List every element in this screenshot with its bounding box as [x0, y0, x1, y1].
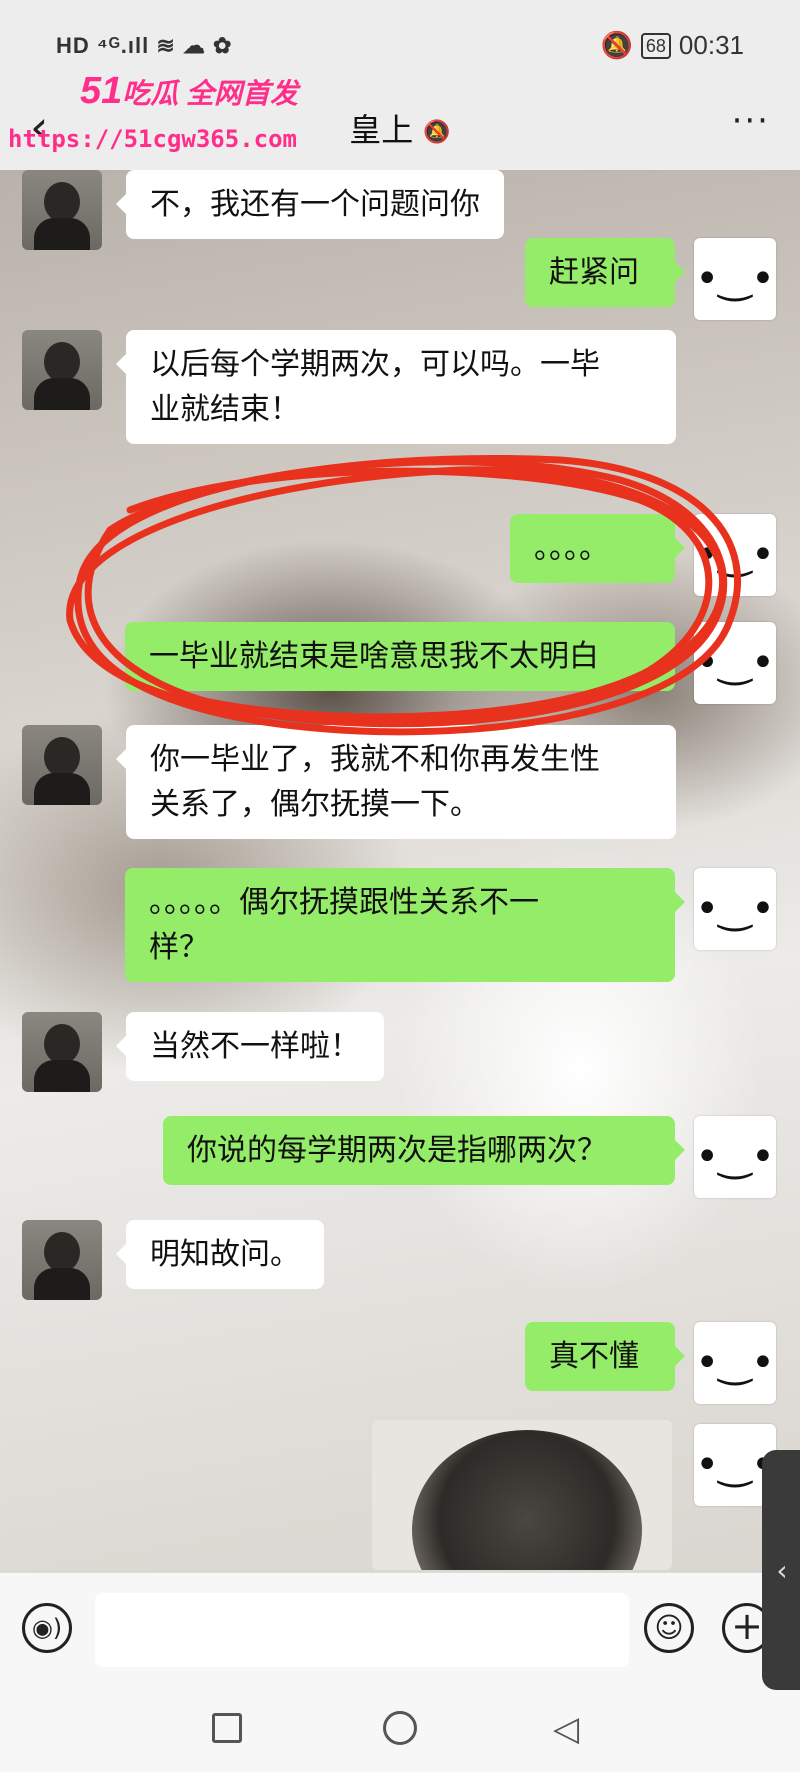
smiley-face-icon: •‿• [695, 256, 775, 302]
message-bubble-outgoing[interactable]: 。。。。。偶尔抚摸跟性关系不一 样？ [125, 868, 685, 982]
dog-photo [412, 1430, 642, 1570]
smiley-face-icon: •‿• [695, 640, 775, 686]
my-avatar[interactable]: •‿• [694, 868, 776, 950]
emoji-button[interactable]: ☺ [644, 1603, 694, 1653]
message-bubble-outgoing[interactable]: 。。。。 [510, 514, 685, 583]
input-bar: ◉) ☺ + [0, 1572, 800, 1688]
clock: 00:31 [678, 30, 744, 60]
image-message[interactable] [372, 1420, 672, 1570]
message-bubble-outgoing[interactable]: 一毕业就结束是啥意思我不太明白 [125, 622, 685, 691]
side-floating-tab[interactable]: ‹ [762, 1450, 800, 1690]
message-bubble-outgoing[interactable]: 真不懂 [525, 1322, 685, 1391]
message-bubble-incoming[interactable]: 明知故问。 [116, 1220, 324, 1289]
smiley-face-icon: •‿• [695, 532, 775, 578]
watermark: 51吃瓜 全网首发 https://51cgw365.com [0, 70, 300, 160]
message-bubble-incoming[interactable]: 不，我还有一个问题问你 [116, 170, 504, 239]
mute-status-icon: 🔕 [600, 30, 633, 60]
my-avatar[interactable]: •‿• [694, 622, 776, 704]
contact-avatar[interactable] [22, 725, 102, 805]
message-input[interactable] [95, 1593, 629, 1667]
my-avatar[interactable]: •‿• [694, 514, 776, 596]
home-button[interactable] [383, 1711, 417, 1745]
message-bubble-incoming[interactable]: 当然不一样啦！ [116, 1012, 384, 1081]
message-bubble-outgoing[interactable]: 赶紧问 [525, 238, 685, 307]
message-bubble-incoming[interactable]: 你一毕业了，我就不和你再发生性 关系了，偶尔抚摸一下。 [116, 725, 676, 839]
contact-avatar[interactable] [22, 1220, 102, 1300]
status-right: 🔕 68 00:31 [601, 30, 744, 61]
message-bubble-incoming[interactable]: 以后每个学期两次，可以吗。一毕 业就结束！ [116, 330, 676, 444]
my-avatar[interactable]: •‿• [694, 238, 776, 320]
contact-avatar[interactable] [22, 170, 102, 250]
voice-input-button[interactable]: ◉) [22, 1603, 72, 1653]
smiley-face-icon: •‿• [695, 1340, 775, 1386]
chat-area[interactable]: 不，我还有一个问题问你 •‿• 赶紧问 以后每个学期两次，可以吗。一毕 业就结束… [0, 170, 800, 1572]
smiley-face-icon: •‿• [695, 1134, 775, 1180]
chat-title: 皇上 [349, 111, 414, 149]
red-circle-annotation [66, 455, 742, 736]
smiley-face-icon: •‿• [695, 886, 775, 932]
watermark-brand: 51吃瓜 全网首发 [80, 70, 299, 112]
status-indicators: HD ⁴ᴳ.ıll ≋ ☁ ✿ [56, 33, 233, 58]
contact-avatar[interactable] [22, 330, 102, 410]
mute-icon: 🔕 [423, 119, 451, 145]
contact-avatar[interactable] [22, 1012, 102, 1092]
recents-button[interactable] [212, 1713, 242, 1743]
system-back-button[interactable]: ◁ [553, 1709, 579, 1749]
my-avatar[interactable]: •‿• [694, 1116, 776, 1198]
message-bubble-outgoing[interactable]: 你说的每学期两次是指哪两次？ [163, 1116, 685, 1185]
my-avatar[interactable]: •‿• [694, 1322, 776, 1404]
watermark-url: https://51cgw365.com [8, 125, 297, 153]
system-nav-bar: ◁ [0, 1687, 800, 1772]
battery-level: 68 [640, 32, 671, 59]
more-options-button[interactable]: ··· [732, 101, 770, 141]
